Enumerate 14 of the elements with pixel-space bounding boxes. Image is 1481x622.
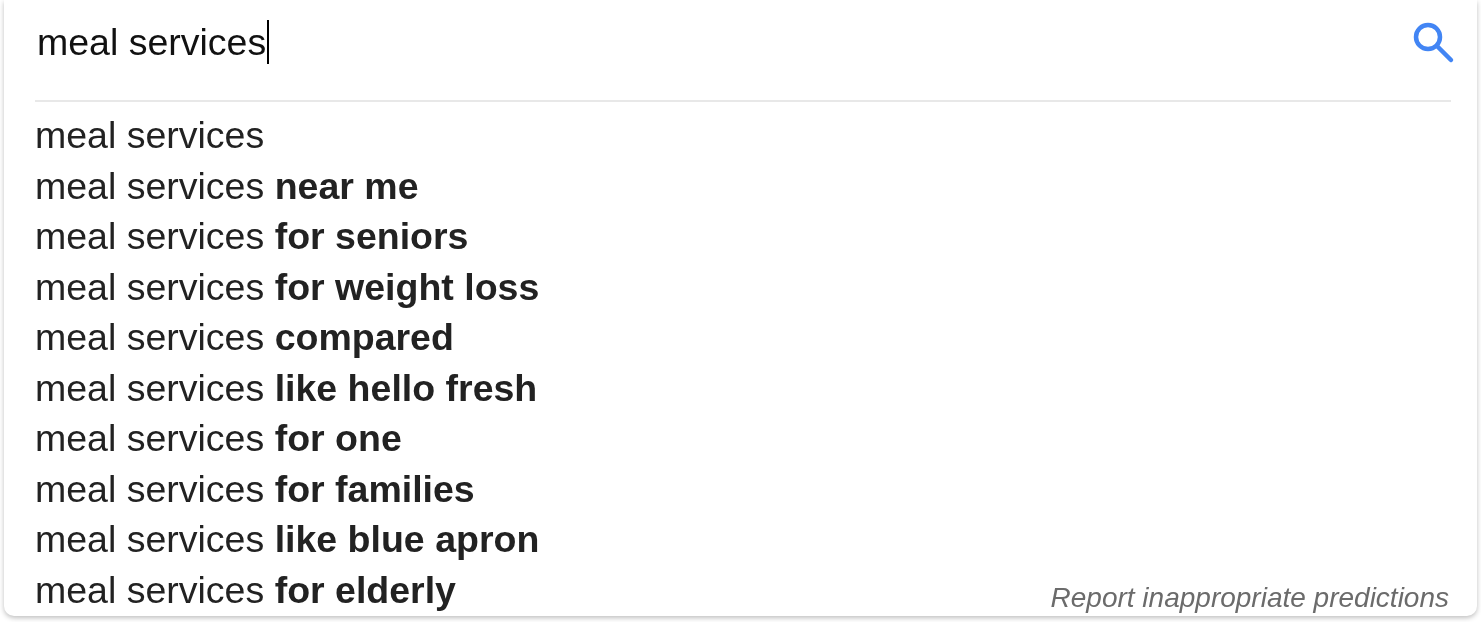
suggestion-item[interactable]: meal services for one	[35, 413, 402, 464]
suggestion-item[interactable]: meal services for seniors	[35, 211, 469, 262]
suggestion-item[interactable]: meal services	[35, 110, 265, 161]
suggestion-item[interactable]: meal services for families	[35, 463, 475, 514]
suggestion-item[interactable]: meal services for elderly	[35, 564, 456, 615]
suggestion-item[interactable]: meal services like hello fresh	[35, 362, 538, 413]
search-field[interactable]: meal services	[37, 20, 270, 64]
report-link[interactable]: Report inappropriate predictions	[1050, 582, 1449, 613]
search-icon[interactable]	[1411, 20, 1455, 64]
suggestion-item[interactable]: meal services near me	[35, 160, 419, 211]
suggestion-item[interactable]: meal services compared	[35, 312, 454, 363]
suggestion-item[interactable]: meal services like blue apron	[35, 514, 540, 565]
suggestion-item[interactable]: meal services for weight loss	[35, 261, 540, 312]
text-cursor	[267, 20, 270, 64]
